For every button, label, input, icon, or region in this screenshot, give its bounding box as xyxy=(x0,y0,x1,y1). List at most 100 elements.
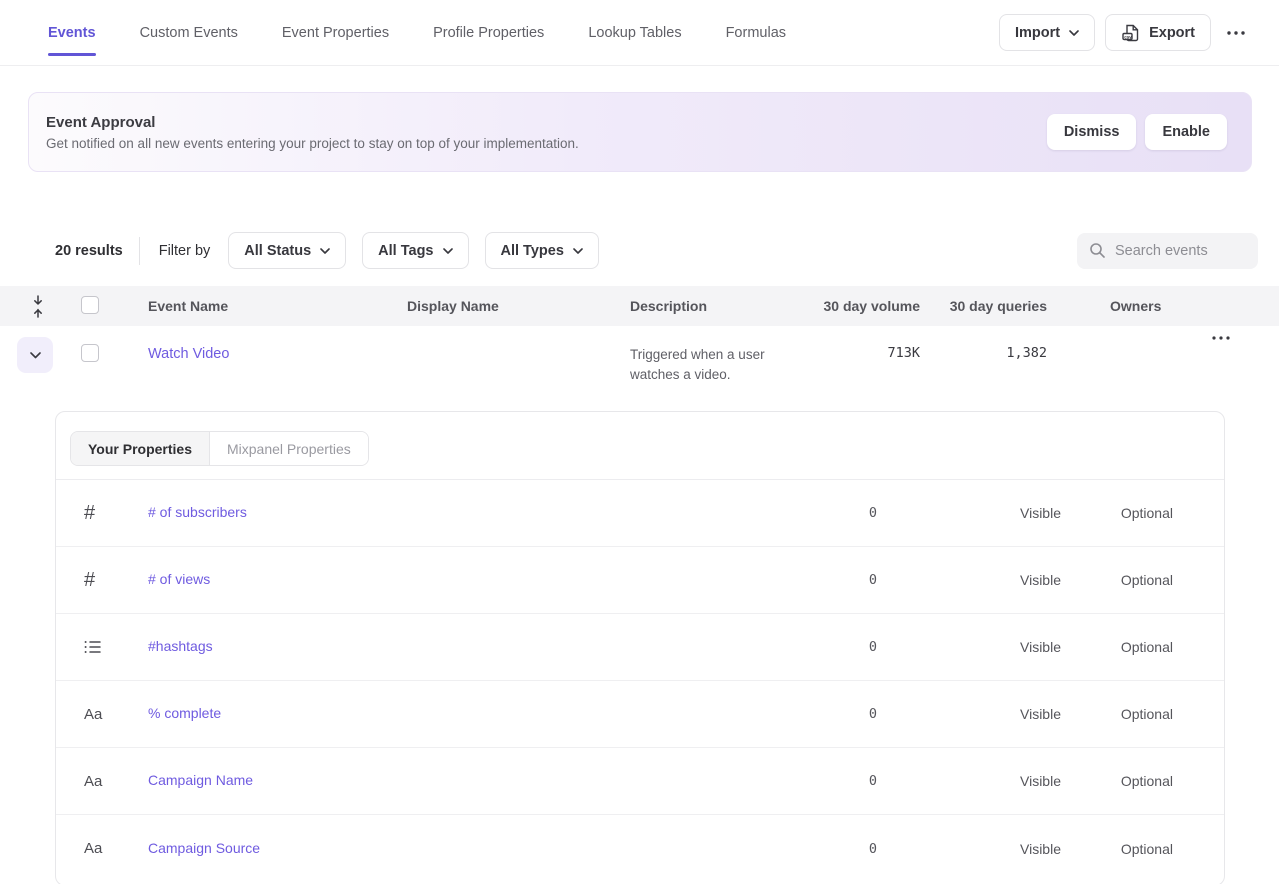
properties-tab-group: Your Properties Mixpanel Properties xyxy=(70,431,369,466)
chevron-down-icon xyxy=(573,248,583,254)
column-header-30-day-volume: 30 day volume xyxy=(820,298,920,314)
property-visibility: Visible xyxy=(877,773,1061,789)
column-header-30-day-queries: 30 day queries xyxy=(920,298,1047,314)
topbar-actions: Import csv Export xyxy=(999,0,1251,65)
csv-file-icon: csv xyxy=(1121,23,1140,43)
property-name-link[interactable]: % complete xyxy=(148,705,221,721)
event-name-link[interactable]: Watch Video xyxy=(148,346,229,362)
import-button[interactable]: Import xyxy=(999,14,1095,51)
chevron-down-icon xyxy=(443,248,453,254)
properties-panel: Your Properties Mixpanel Properties # # … xyxy=(55,411,1225,884)
property-requirement: Optional xyxy=(1061,572,1173,588)
property-volume: 0 xyxy=(777,572,877,588)
property-name-link[interactable]: # of subscribers xyxy=(148,504,247,520)
owners-cell xyxy=(1047,326,1179,345)
description-cell: Triggered when a user watches a video. xyxy=(630,345,795,385)
tab-profile-properties[interactable]: Profile Properties xyxy=(433,0,544,65)
number-type-icon: # xyxy=(84,569,95,592)
chevron-down-icon xyxy=(320,248,330,254)
display-name-cell xyxy=(407,326,630,345)
tab-event-properties[interactable]: Event Properties xyxy=(282,0,389,65)
types-filter-label: All Types xyxy=(501,243,564,259)
filter-dropdowns: All Status All Tags All Types xyxy=(228,232,599,269)
property-volume: 0 xyxy=(777,773,877,789)
search-icon xyxy=(1089,242,1106,259)
property-row: Aa Campaign Source 0 Visible Optional xyxy=(56,815,1224,882)
property-name-link[interactable]: Campaign Source xyxy=(148,840,260,856)
tab-custom-events[interactable]: Custom Events xyxy=(140,0,238,65)
banner-title: Event Approval xyxy=(46,114,579,131)
property-volume: 0 xyxy=(777,841,877,857)
event-approval-banner: Event Approval Get notified on all new e… xyxy=(28,92,1252,172)
property-requirement: Optional xyxy=(1061,706,1173,722)
collapse-rows-icon xyxy=(32,295,44,318)
property-visibility: Visible xyxy=(877,572,1061,588)
ellipsis-icon xyxy=(1227,31,1245,35)
property-row: Aa Campaign Name 0 Visible Optional xyxy=(56,748,1224,815)
tab-formulas[interactable]: Formulas xyxy=(726,0,786,65)
text-type-icon: Aa xyxy=(84,706,102,723)
banner-actions: Dismiss Enable xyxy=(1047,114,1227,150)
status-filter-label: All Status xyxy=(244,243,311,259)
more-options-button[interactable] xyxy=(1221,31,1251,35)
svg-text:csv: csv xyxy=(1124,34,1132,39)
tab-your-properties[interactable]: Your Properties xyxy=(71,432,210,465)
status-filter-dropdown[interactable]: All Status xyxy=(228,232,346,269)
property-requirement: Optional xyxy=(1061,773,1173,789)
property-volume: 0 xyxy=(777,706,877,722)
row-expander-button[interactable] xyxy=(17,337,53,373)
column-header-event-name: Event Name xyxy=(148,298,407,314)
export-button-label: Export xyxy=(1149,25,1195,41)
export-button[interactable]: csv Export xyxy=(1105,14,1211,51)
property-row: # # of subscribers 0 Visible Optional xyxy=(56,480,1224,547)
nav-tabs: Events Custom Events Event Properties Pr… xyxy=(48,0,786,65)
text-type-icon: Aa xyxy=(84,840,102,857)
property-volume: 0 xyxy=(777,505,877,521)
property-visibility: Visible xyxy=(877,706,1061,722)
number-type-icon: # xyxy=(84,502,95,525)
search-events-box xyxy=(1077,233,1258,269)
property-row: #hashtags 0 Visible Optional xyxy=(56,614,1224,681)
select-all-checkbox[interactable] xyxy=(81,296,99,314)
tags-filter-dropdown[interactable]: All Tags xyxy=(362,232,468,269)
filter-by-label: Filter by xyxy=(159,243,211,259)
tab-lookup-tables[interactable]: Lookup Tables xyxy=(588,0,681,65)
search-events-input[interactable] xyxy=(1115,243,1246,259)
tab-events[interactable]: Events xyxy=(48,0,96,65)
results-count: 20 results xyxy=(55,243,123,259)
collapse-all-button[interactable] xyxy=(14,295,62,318)
events-table-header: Event Name Display Name Description 30 d… xyxy=(0,286,1279,326)
lexicon-events-page: Events Custom Events Event Properties Pr… xyxy=(0,0,1279,884)
filter-bar: 20 results Filter by All Status All Tags… xyxy=(0,232,1279,269)
property-visibility: Visible xyxy=(877,639,1061,655)
row-more-options-button[interactable] xyxy=(1206,336,1236,340)
divider xyxy=(139,237,140,265)
column-header-display-name: Display Name xyxy=(407,298,630,314)
column-header-description: Description xyxy=(630,298,820,314)
tags-filter-label: All Tags xyxy=(378,243,433,259)
column-header-owners: Owners xyxy=(1047,298,1179,314)
row-checkbox[interactable] xyxy=(81,344,99,362)
property-requirement: Optional xyxy=(1061,841,1173,857)
property-visibility: Visible xyxy=(877,505,1061,521)
property-volume: 0 xyxy=(777,639,877,655)
dismiss-button[interactable]: Dismiss xyxy=(1047,114,1137,150)
property-requirement: Optional xyxy=(1061,505,1173,521)
banner-text: Event Approval Get notified on all new e… xyxy=(46,114,579,151)
banner-description: Get notified on all new events entering … xyxy=(46,136,579,151)
ellipsis-icon xyxy=(1212,336,1230,340)
property-name-link[interactable]: #hashtags xyxy=(148,638,213,654)
property-name-link[interactable]: Campaign Name xyxy=(148,772,253,788)
enable-button[interactable]: Enable xyxy=(1145,114,1227,150)
top-nav: Events Custom Events Event Properties Pr… xyxy=(0,0,1279,66)
tab-mixpanel-properties[interactable]: Mixpanel Properties xyxy=(210,432,368,465)
types-filter-dropdown[interactable]: All Types xyxy=(485,232,599,269)
volume-30d-cell: 713K xyxy=(820,326,920,361)
chevron-down-icon xyxy=(30,352,41,359)
queries-30d-cell: 1,382 xyxy=(920,326,1047,361)
property-row: # # of views 0 Visible Optional xyxy=(56,547,1224,614)
property-name-link[interactable]: # of views xyxy=(148,571,210,587)
property-requirement: Optional xyxy=(1061,639,1173,655)
table-row-watch-video: Watch Video Triggered when a user watche… xyxy=(0,326,1279,411)
chevron-down-icon xyxy=(1069,30,1079,36)
